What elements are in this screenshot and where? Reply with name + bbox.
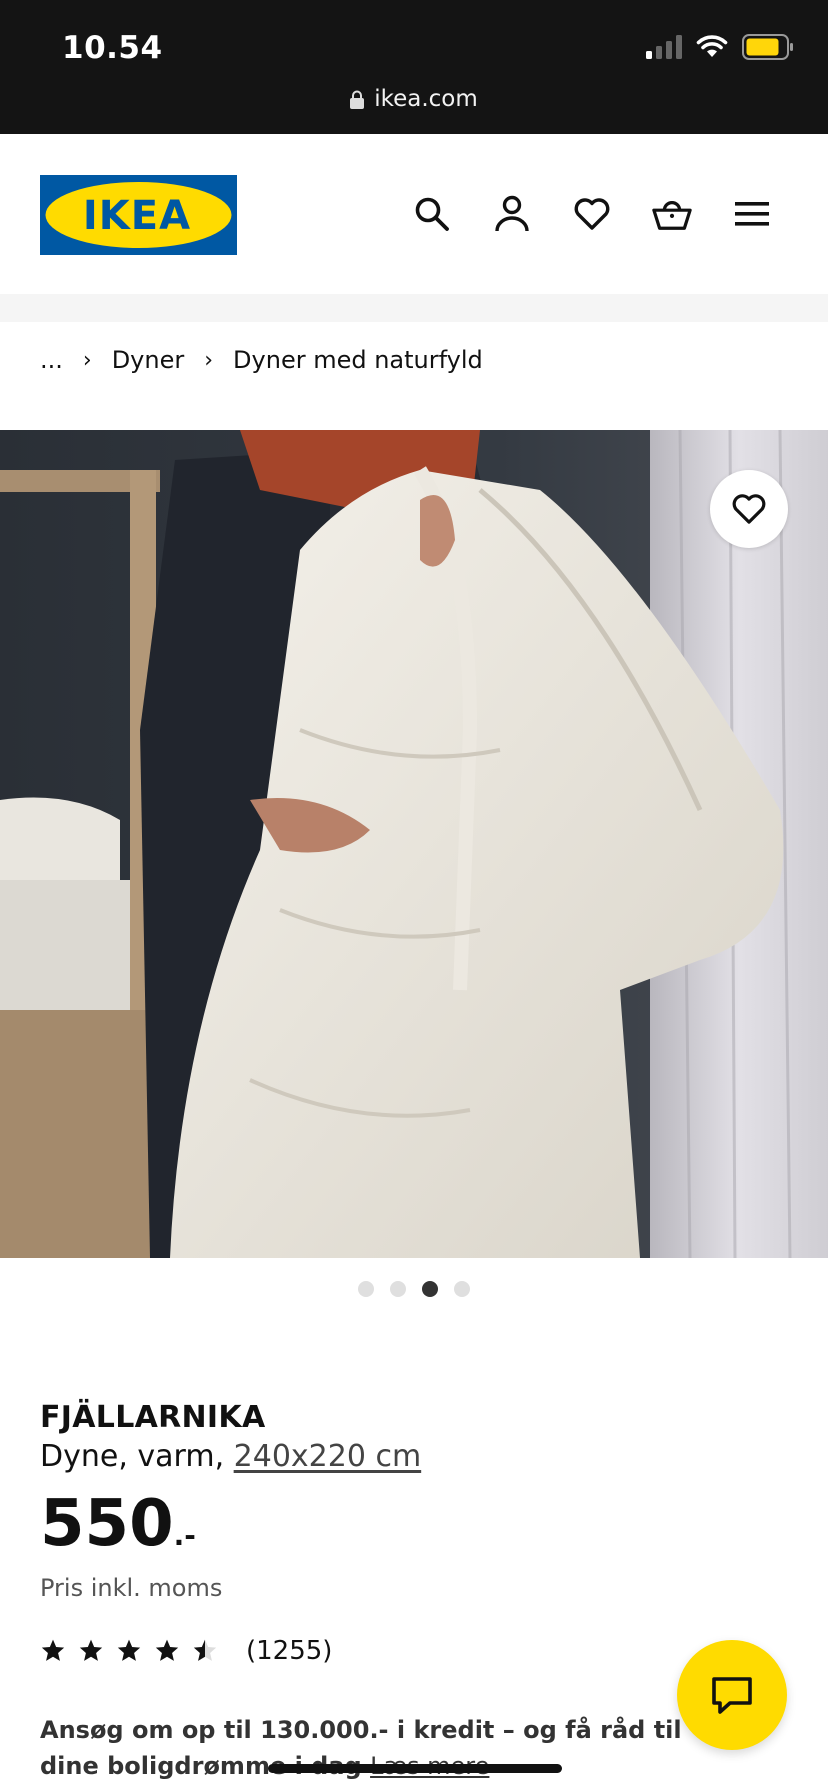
product-image[interactable]: [0, 430, 828, 1258]
site-header: IKEA: [0, 134, 828, 294]
home-indicator: [268, 1764, 562, 1773]
cart-icon[interactable]: [652, 194, 692, 234]
rating-stars: [40, 1638, 218, 1664]
carousel-dot-2[interactable]: [390, 1281, 406, 1297]
carousel-dot-1[interactable]: [358, 1281, 374, 1297]
signal-icon: [646, 35, 682, 59]
logo-text: IKEA: [83, 193, 191, 239]
save-to-wishlist-button[interactable]: [710, 470, 788, 548]
product-type: Dyne, varm,: [40, 1439, 234, 1474]
ikea-logo[interactable]: IKEA: [40, 175, 237, 255]
url-text: ikea.com: [374, 86, 478, 112]
chevron-right-icon: ›: [204, 347, 214, 373]
price-note: Pris inkl. moms: [40, 1574, 223, 1602]
star-icon: [79, 1639, 103, 1661]
status-time: 10.54: [62, 30, 163, 66]
product-price: 550.-: [40, 1492, 790, 1556]
header-nav: [412, 194, 772, 234]
carousel-dot-4[interactable]: [454, 1281, 470, 1297]
price-amount: 550: [40, 1487, 174, 1561]
product-photo: [0, 430, 828, 1258]
status-icons: [646, 34, 794, 60]
review-count: (1255): [246, 1636, 333, 1666]
breadcrumb-item-dyner[interactable]: Dyner: [112, 346, 185, 374]
wifi-icon: [696, 35, 728, 57]
header-divider: [0, 294, 828, 322]
status-bar: 10.54 ikea.com: [0, 0, 828, 134]
breadcrumb: ... › Dyner › Dyner med naturfyld: [40, 346, 483, 374]
product-size-link[interactable]: 240x220 cm: [234, 1439, 422, 1474]
battery-icon: [742, 34, 793, 60]
url-bar[interactable]: ikea.com: [0, 86, 828, 115]
chat-icon: [712, 1677, 752, 1714]
breadcrumb-item-naturfyld[interactable]: Dyner med naturfyld: [233, 346, 483, 374]
breadcrumb-ellipsis[interactable]: ...: [40, 346, 63, 374]
price-suffix: .-: [173, 1519, 196, 1552]
carousel-dot-3[interactable]: [422, 1281, 438, 1297]
account-icon[interactable]: [492, 194, 532, 234]
star-icon: [41, 1639, 65, 1661]
credit-banner: Ansøg om op til 130.000.- i kredit – og …: [40, 1712, 700, 1784]
product-info: FJÄLLARNIKA Dyne, varm, 240x220 cm 550.-…: [40, 1400, 790, 1666]
carousel-dots: [0, 1281, 828, 1297]
product-name: FJÄLLARNIKA: [40, 1400, 266, 1435]
chevron-right-icon: ›: [82, 347, 92, 373]
half-star-icon: [193, 1639, 217, 1661]
star-icon: [117, 1639, 141, 1661]
lock-icon: [350, 89, 365, 115]
heart-icon: [732, 494, 766, 524]
product-description: Dyne, varm, 240x220 cm: [40, 1439, 790, 1474]
product-rating[interactable]: (1255): [40, 1636, 790, 1666]
chat-button[interactable]: [677, 1640, 787, 1750]
menu-icon[interactable]: [732, 194, 772, 234]
search-icon[interactable]: [412, 194, 452, 234]
wishlist-icon[interactable]: [572, 194, 612, 234]
star-icon: [155, 1639, 179, 1661]
